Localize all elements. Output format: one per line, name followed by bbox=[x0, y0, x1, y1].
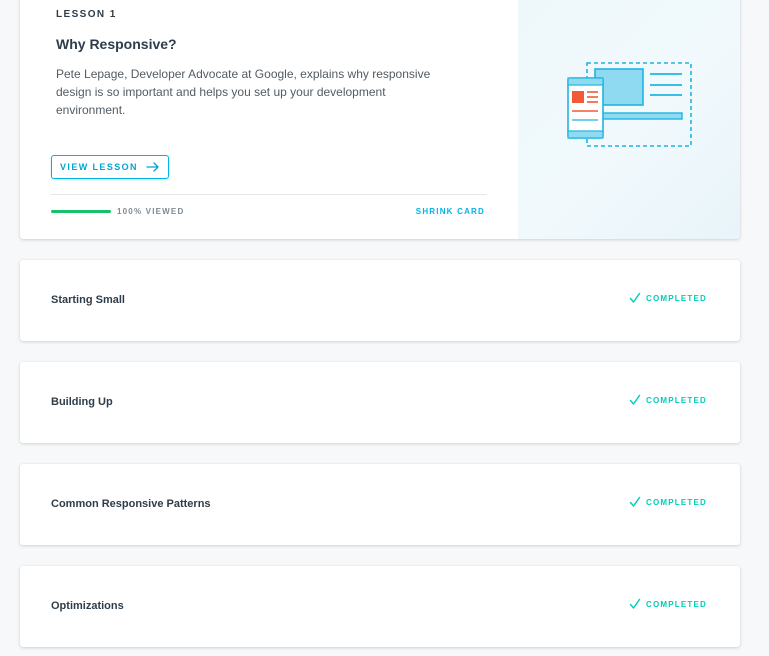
status-label: COMPLETED bbox=[645, 599, 707, 609]
completed-status: COMPLETED bbox=[629, 598, 707, 610]
lesson-row-title: Optimizations bbox=[51, 600, 124, 612]
completed-status: COMPLETED bbox=[629, 292, 707, 304]
lesson-row-title: Common Responsive Patterns bbox=[51, 498, 211, 510]
lesson-row[interactable]: Common Responsive Patterns COMPLETED bbox=[20, 464, 740, 545]
lesson-illustration-panel bbox=[518, 0, 740, 239]
progress-label: 100% VIEWED bbox=[117, 207, 185, 216]
check-icon bbox=[629, 394, 641, 405]
progress-bar-fill bbox=[51, 210, 111, 213]
progress-bar bbox=[51, 210, 111, 213]
shrink-card-link[interactable]: SHRINK CARD bbox=[416, 207, 485, 216]
lesson-number: LESSON 1 bbox=[56, 9, 117, 20]
lesson-row-title: Building Up bbox=[51, 396, 113, 408]
lesson-description: Pete Lepage, Developer Advocate at Googl… bbox=[56, 67, 431, 117]
lesson-card-expanded: LESSON 1 Why Responsive? Pete Lepage, De… bbox=[20, 0, 740, 239]
status-label: COMPLETED bbox=[645, 293, 707, 303]
completed-status: COMPLETED bbox=[629, 394, 707, 406]
status-label: COMPLETED bbox=[645, 497, 707, 507]
lesson-row[interactable]: Optimizations COMPLETED bbox=[20, 566, 740, 647]
check-icon bbox=[629, 598, 641, 609]
lesson-row[interactable]: Starting Small COMPLETED bbox=[20, 260, 740, 341]
lesson-card-content: LESSON 1 Why Responsive? Pete Lepage, De… bbox=[20, 0, 518, 239]
view-lesson-button[interactable]: VIEW LESSON bbox=[51, 155, 169, 179]
check-icon bbox=[629, 292, 641, 303]
card-divider bbox=[51, 194, 487, 195]
status-label: COMPLETED bbox=[645, 395, 707, 405]
view-lesson-label: VIEW LESSON bbox=[60, 162, 138, 172]
responsive-devices-illustration bbox=[567, 62, 692, 147]
lesson-row[interactable]: Building Up COMPLETED bbox=[20, 362, 740, 443]
completed-status: COMPLETED bbox=[629, 496, 707, 508]
arrow-right-icon bbox=[146, 162, 159, 172]
check-icon bbox=[629, 496, 641, 507]
lesson-title: Why Responsive? bbox=[56, 36, 177, 52]
lesson-row-title: Starting Small bbox=[51, 294, 125, 306]
